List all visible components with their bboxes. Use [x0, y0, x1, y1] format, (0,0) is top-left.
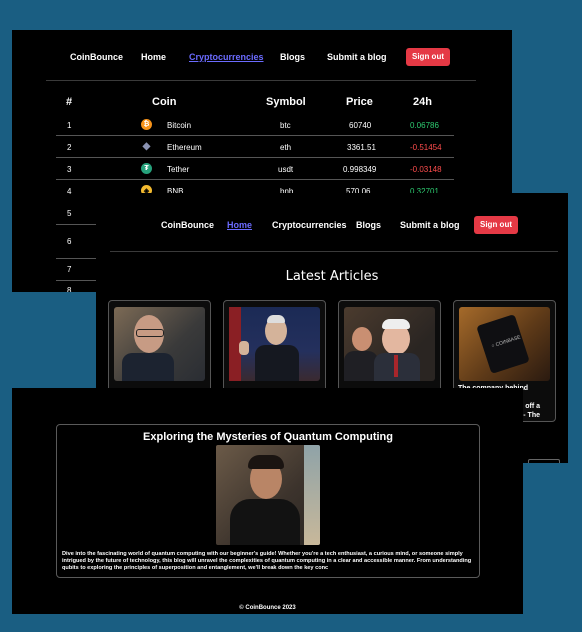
section-heading: Latest Articles — [285, 269, 379, 284]
bitcoin-icon: ₿ — [141, 119, 152, 130]
nav-submit-blog[interactable]: Submit a blog — [327, 52, 387, 62]
row-change: -0.03148 — [410, 165, 442, 174]
nav-home[interactable]: Home — [227, 220, 252, 230]
article-image — [114, 307, 205, 381]
nav-blogs[interactable]: Blogs — [356, 220, 381, 230]
row-coin-name: Ethereum — [167, 143, 202, 152]
sign-out-button[interactable]: Sign out — [406, 48, 450, 66]
nav-cryptocurrencies[interactable]: Cryptocurrencies — [189, 52, 264, 62]
col-header-24h: 24h — [413, 96, 432, 108]
col-header-rank: # — [66, 96, 73, 108]
article-image — [229, 307, 320, 381]
ethereum-icon: ◆ — [142, 141, 151, 152]
row-rank: 3 — [67, 165, 72, 174]
article-image — [344, 307, 435, 381]
nav-home[interactable]: Home — [141, 52, 166, 62]
row-rank: 5 — [67, 209, 72, 218]
row-coin-name: Bitcoin — [167, 121, 192, 130]
row-symbol: usdt — [278, 165, 294, 174]
row-rank: 4 — [67, 187, 72, 196]
nav-divider — [46, 80, 476, 81]
blog-card: Exploring the Mysteries of Quantum Compu… — [56, 424, 480, 578]
row-symbol: eth — [280, 143, 292, 152]
brand-link[interactable]: CoinBounce — [70, 52, 123, 62]
row-rank: 7 — [67, 265, 72, 274]
col-header-price: Price — [346, 96, 373, 108]
nav-blogs[interactable]: Blogs — [280, 52, 305, 62]
row-change: 0.06786 — [410, 121, 439, 130]
article-image: ○ COINBASE — [459, 307, 550, 381]
sign-out-button[interactable]: Sign out — [474, 216, 518, 234]
row-price: 3361.51 — [347, 143, 376, 152]
blog-body: Dive into the fascinating world of quant… — [62, 551, 472, 571]
nav-cryptocurrencies[interactable]: Cryptocurrencies — [272, 220, 347, 230]
row-change: -0.51454 — [410, 143, 442, 152]
nav-submit-blog[interactable]: Submit a blog — [400, 220, 460, 230]
brand-link[interactable]: CoinBounce — [161, 220, 214, 230]
row-rank: 8 — [67, 286, 72, 292]
footer-copyright: © CoinBounce 2023 — [239, 605, 296, 611]
nav-divider — [110, 251, 558, 252]
row-symbol: btc — [280, 121, 291, 130]
row-rank: 2 — [67, 143, 72, 152]
blog-title: Exploring the Mysteries of Quantum Compu… — [143, 431, 393, 443]
row-rank: 1 — [67, 121, 72, 130]
blog-image — [216, 445, 320, 545]
col-header-coin: Coin — [152, 96, 177, 108]
col-header-symbol: Symbol — [266, 96, 306, 108]
row-price: 0.998349 — [343, 165, 377, 174]
row-coin-name: Tether — [167, 165, 190, 174]
row-price: 60740 — [349, 121, 372, 130]
tether-icon: ₮ — [141, 163, 152, 174]
blog-detail-screenshot: Exploring the Mysteries of Quantum Compu… — [12, 388, 523, 614]
row-rank: 6 — [67, 237, 72, 246]
